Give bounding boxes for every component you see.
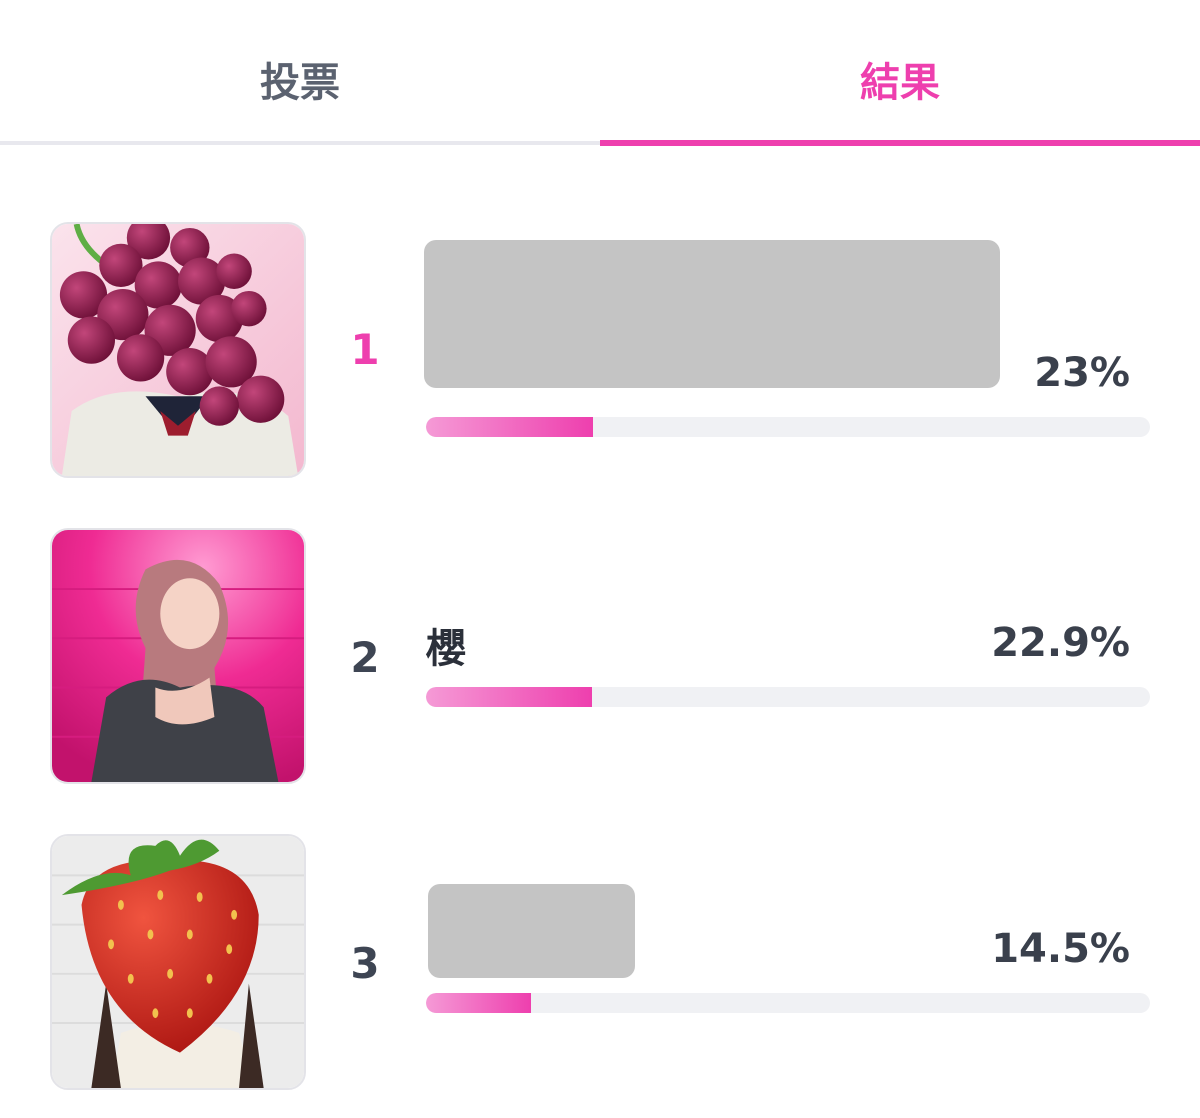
vote-bar-fill — [426, 417, 593, 437]
active-tab-indicator — [600, 140, 1200, 146]
tab-bar: 投票 結果 — [0, 0, 1200, 146]
vote-bar — [426, 993, 1150, 1013]
result-row[interactable]: 3 14.5% — [0, 834, 1200, 1094]
vote-bar — [426, 687, 1150, 707]
rank-number: 3 — [350, 939, 380, 988]
vote-bar-fill — [426, 993, 531, 1013]
tab-result[interactable]: 結果 — [600, 0, 1200, 146]
vote-percentage: 22.9% — [991, 620, 1130, 666]
redacted-name — [424, 240, 1000, 388]
rank-number: 2 — [350, 633, 380, 682]
candidate-thumbnail-strawberry — [50, 834, 306, 1090]
result-row[interactable]: 2 櫻 22.9% — [0, 528, 1200, 788]
redacted-name — [428, 884, 635, 978]
candidate-name: 櫻 — [426, 626, 466, 672]
candidate-thumbnail-grape — [50, 222, 306, 478]
rank-number: 1 — [350, 325, 380, 374]
result-row[interactable]: 1 23% — [0, 220, 1200, 480]
vote-percentage: 23% — [1034, 350, 1130, 396]
tab-vote[interactable]: 投票 — [0, 0, 600, 146]
vote-bar — [426, 417, 1150, 437]
candidate-thumbnail-pink — [50, 528, 306, 784]
vote-percentage: 14.5% — [991, 926, 1130, 972]
vote-bar-fill — [426, 687, 592, 707]
